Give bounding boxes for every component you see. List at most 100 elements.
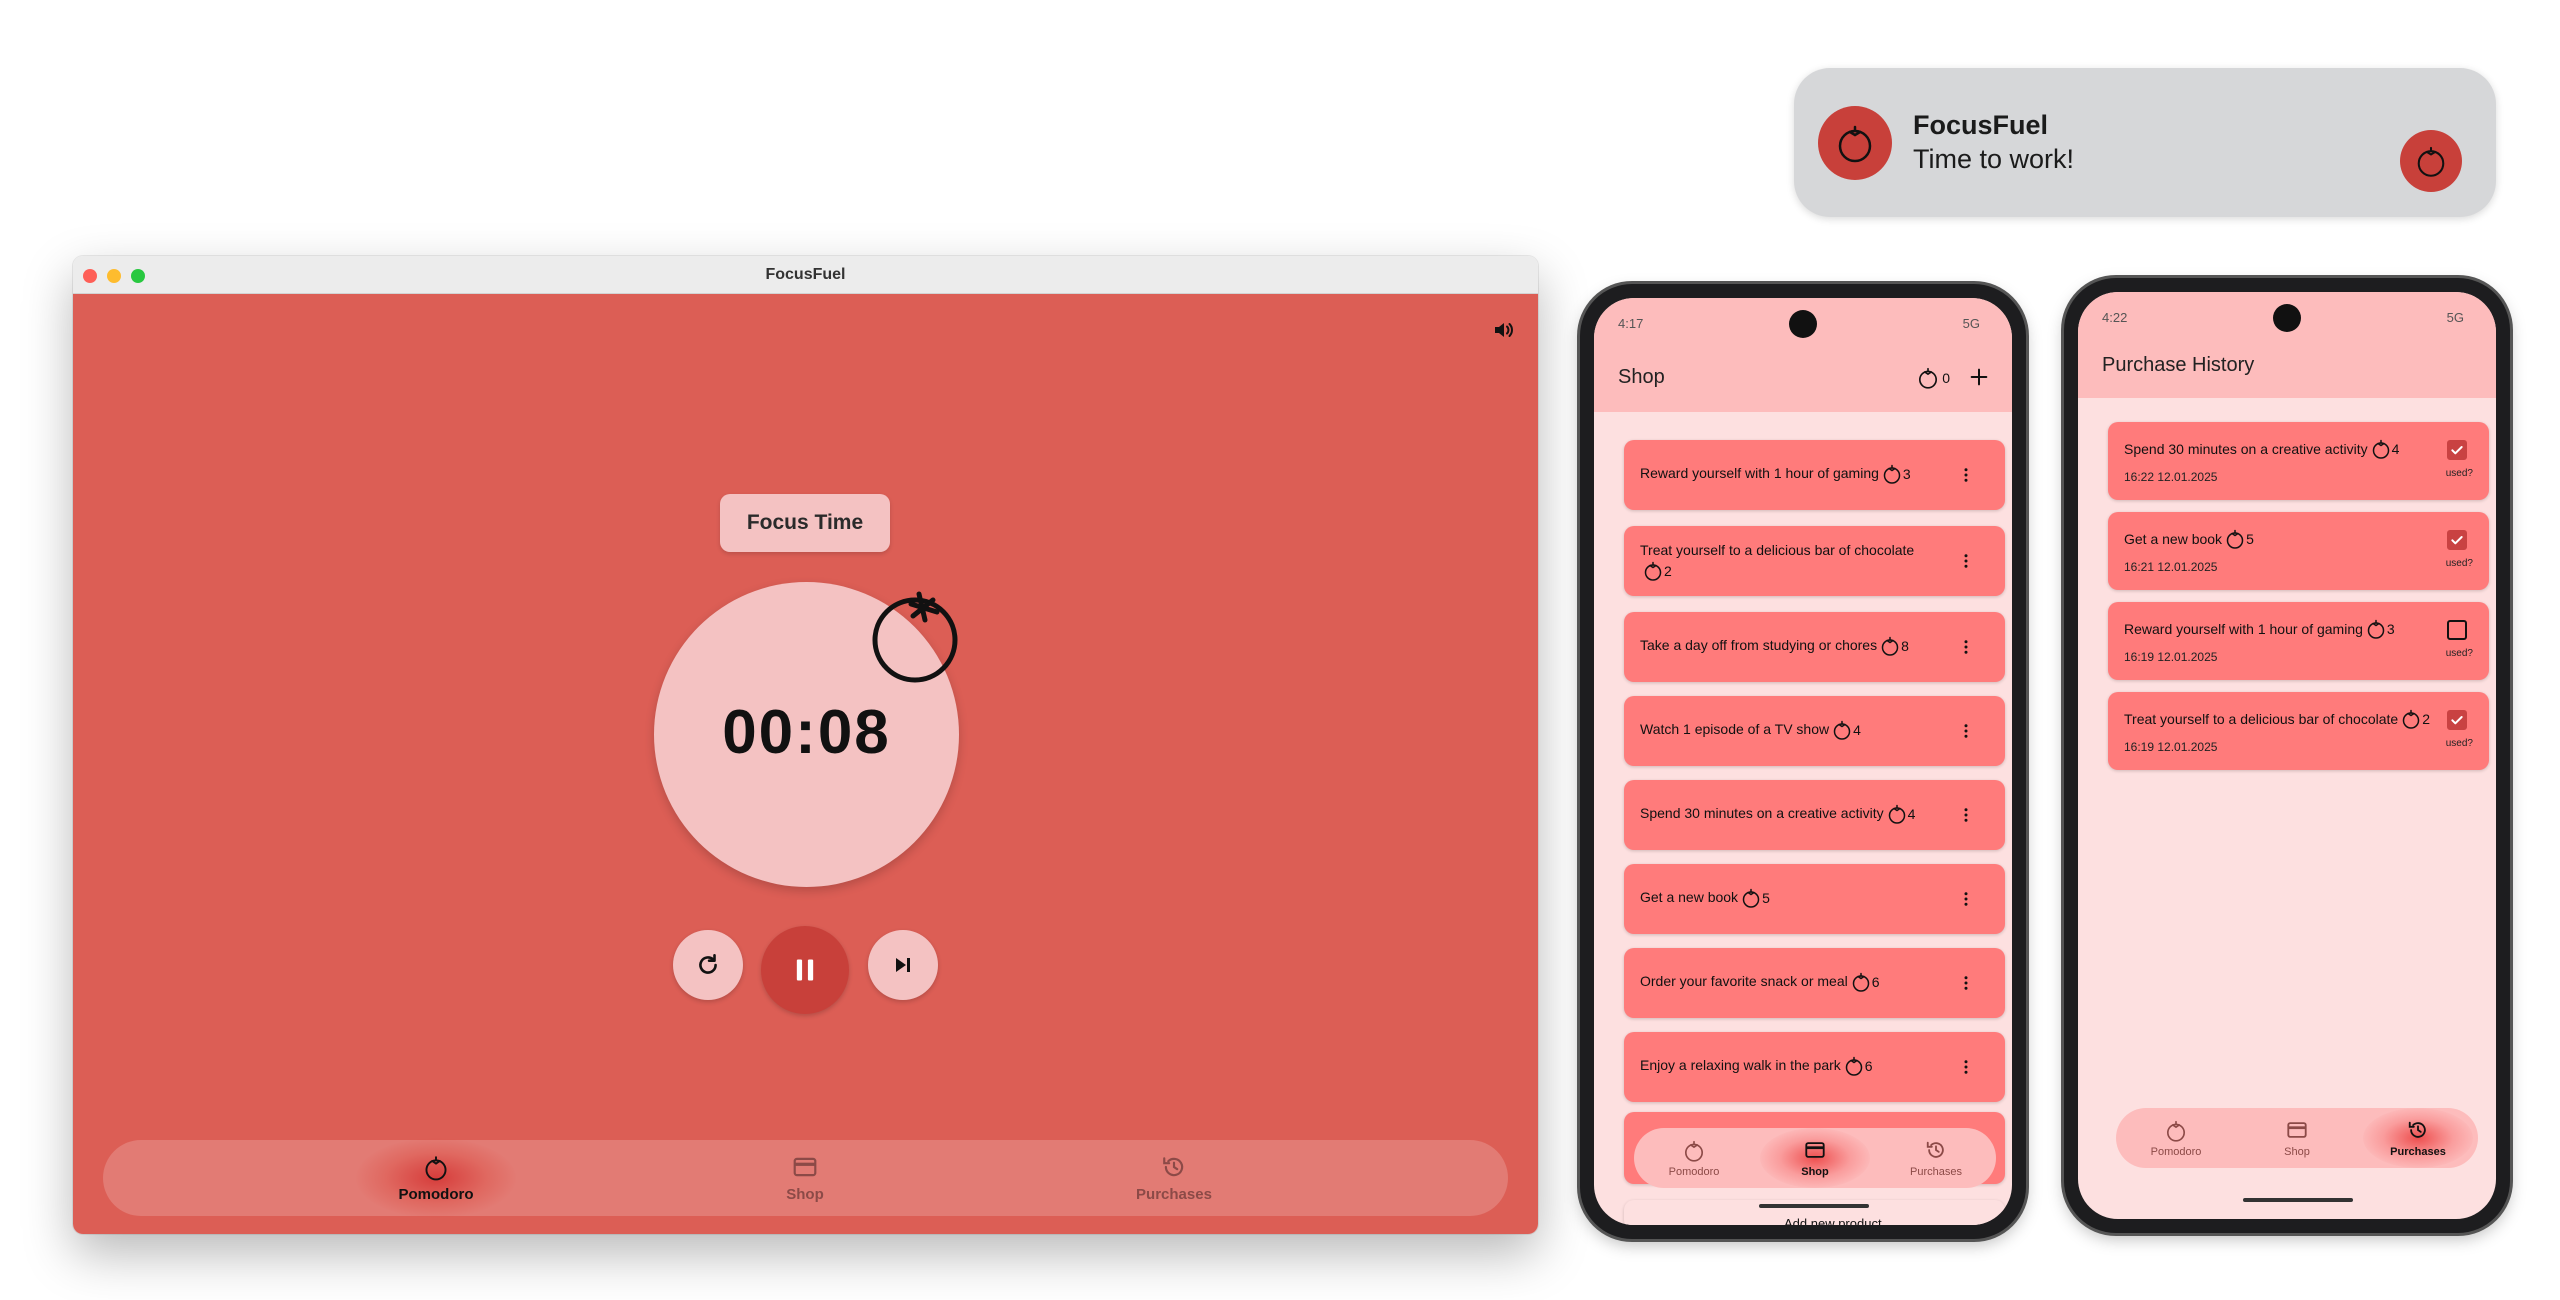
nav-purchases[interactable]: Purchases xyxy=(1876,1128,1996,1188)
pause-button[interactable] xyxy=(761,926,849,1014)
price-value: 4 xyxy=(1853,722,1861,739)
shop-item-card[interactable]: Treat yourself to a delicious bar of cho… xyxy=(1624,526,2005,596)
item-price: 3 xyxy=(2365,618,2395,640)
item-title: Enjoy a relaxing walk in the park xyxy=(1640,1057,1841,1073)
item-title: Spend 30 minutes on a creative activity xyxy=(1640,805,1884,821)
item-title: Take a day off from studying or chores xyxy=(1640,637,1878,653)
volume-icon[interactable] xyxy=(1492,318,1516,342)
status-bar: 4:22 5G xyxy=(2078,292,2496,336)
more-options-icon[interactable] xyxy=(1957,1058,1975,1076)
price-value: 6 xyxy=(1864,1058,1873,1075)
shop-item-card[interactable]: Get a new book 5 xyxy=(1624,864,2005,934)
nav-label: Pomodoro xyxy=(398,1186,474,1203)
item-price: 5 xyxy=(1740,887,1770,909)
notification-app-name: FocusFuel xyxy=(1913,110,2049,140)
shop-item-card[interactable]: Order your favorite snack or meal 6 xyxy=(1624,948,2005,1018)
tomato-icon xyxy=(1644,562,1662,582)
shop-item-text: Treat yourself to a delicious bar of cho… xyxy=(1640,540,1960,582)
desktop-window: FocusFuel Focus Time 00:08 Pomodoro Shop… xyxy=(73,256,1538,1234)
nav-label: Shop xyxy=(1801,1166,1829,1178)
restart-button[interactable] xyxy=(673,930,743,1000)
home-indicator[interactable] xyxy=(2243,1198,2353,1202)
nav-shop[interactable]: Shop xyxy=(685,1140,925,1216)
coin-balance: 0 xyxy=(1916,366,1950,390)
nav-label: Purchases xyxy=(1910,1166,1962,1178)
item-title: Spend 30 minutes on a creative activity xyxy=(2124,441,2368,457)
screen-title: Shop xyxy=(1618,366,1665,388)
nav-pomodoro[interactable]: Pomodoro xyxy=(2116,1108,2236,1168)
item-title: Reward yourself with 1 hour of gaming xyxy=(1640,465,1879,481)
nav-shop[interactable]: Shop xyxy=(1755,1128,1875,1188)
history-icon xyxy=(1054,1154,1294,1180)
restart-icon xyxy=(699,953,717,974)
add-product-button[interactable] xyxy=(1968,366,1990,388)
more-options-icon[interactable] xyxy=(1957,466,1975,484)
tomato-icon xyxy=(2116,1119,2236,1143)
nav-purchases[interactable]: Purchases xyxy=(1054,1140,1294,1216)
purchase-date: 16:19 12.01.2025 xyxy=(2124,740,2218,754)
more-options-icon[interactable] xyxy=(1957,638,1975,656)
shop-item-text: Reward yourself with 1 hour of gaming 3 xyxy=(1640,463,1911,485)
notification-banner[interactable]: FocusFuel Time to work! xyxy=(1794,68,2496,217)
shop-item-card[interactable]: Spend 30 minutes on a creative activity 4 xyxy=(1624,780,2005,850)
check-icon xyxy=(2451,536,2463,545)
shop-item-card[interactable]: Take a day off from studying or chores 8 xyxy=(1624,612,2005,682)
purchase-item-card: Spend 30 minutes on a creative activity 4… xyxy=(2108,422,2489,500)
shop-item-card[interactable]: Reward yourself with 1 hour of gaming 3 xyxy=(1624,440,2005,510)
tomato-icon xyxy=(1888,805,1905,825)
tomato-icon xyxy=(1742,889,1760,909)
tomato-icon xyxy=(1634,1139,1754,1163)
shop-item-card[interactable]: Watch 1 episode of a TV show 4 xyxy=(1624,696,2005,766)
price-value: 4 xyxy=(2391,441,2400,457)
shop-item-card[interactable]: Enjoy a relaxing walk in the park 6 xyxy=(1624,1032,2005,1102)
tomato-icon xyxy=(2372,439,2389,459)
more-options-icon[interactable] xyxy=(1957,722,1975,740)
used-label: used? xyxy=(2445,468,2473,479)
used-label: used? xyxy=(2445,738,2473,749)
price-value: 6 xyxy=(1871,974,1880,991)
item-title: Treat yourself to a delicious bar of cho… xyxy=(1640,542,1915,558)
app-bar: Purchase History xyxy=(2078,336,2496,398)
card-icon xyxy=(2237,1119,2357,1141)
check-icon xyxy=(2451,716,2463,725)
item-price: 2 xyxy=(2400,708,2430,730)
more-options-icon[interactable] xyxy=(1957,806,1975,824)
check-icon xyxy=(2451,446,2463,455)
used-checkbox[interactable] xyxy=(2447,530,2467,550)
title-bar[interactable]: FocusFuel xyxy=(73,256,1538,294)
shop-item-text: Watch 1 episode of a TV show 4 xyxy=(1640,719,1861,741)
nav-pomodoro[interactable]: Pomodoro xyxy=(1634,1128,1754,1188)
window-title: FocusFuel xyxy=(765,266,846,283)
tomato-icon xyxy=(867,584,967,684)
used-checkbox[interactable] xyxy=(2447,620,2467,640)
nav-pomodoro[interactable]: Pomodoro xyxy=(316,1138,556,1218)
more-options-icon[interactable] xyxy=(1957,890,1975,908)
pause-icon xyxy=(796,959,814,981)
status-network: 5G xyxy=(2446,310,2464,325)
purchase-date: 16:19 12.01.2025 xyxy=(2124,650,2218,664)
more-options-icon[interactable] xyxy=(1957,974,1975,992)
nav-label: Pomodoro xyxy=(2150,1146,2202,1158)
more-options-icon[interactable] xyxy=(1957,552,1975,570)
bottom-navigation: Pomodoro Shop Purchases xyxy=(2116,1108,2478,1168)
skip-button[interactable] xyxy=(868,930,938,1000)
purchase-item-text: Treat yourself to a delicious bar of cho… xyxy=(2124,708,2430,730)
notification-message: Time to work! xyxy=(1913,144,2075,174)
item-price: 5 xyxy=(2224,528,2254,550)
home-indicator[interactable] xyxy=(1759,1204,1869,1208)
plus-icon xyxy=(1970,368,1988,386)
add-product-label: Add new product xyxy=(1784,1216,1882,1225)
tomato-icon xyxy=(2367,619,2385,639)
pomodoro-screen: Focus Time 00:08 Pomodoro Shop Purchases xyxy=(73,294,1538,1234)
item-price: 4 xyxy=(1831,719,1861,741)
nav-purchases[interactable]: Purchases xyxy=(2358,1108,2478,1168)
status-network: 5G xyxy=(1962,316,1980,331)
card-icon xyxy=(685,1154,925,1180)
purchase-item-card: Get a new book 5 16:21 12.01.2025 used? xyxy=(2108,512,2489,590)
used-checkbox[interactable] xyxy=(2447,440,2467,460)
status-time: 4:22 xyxy=(2102,310,2128,325)
shop-item-text: Get a new book 5 xyxy=(1640,887,1770,909)
tomato-icon xyxy=(2400,130,2462,192)
used-checkbox[interactable] xyxy=(2447,710,2467,730)
nav-shop[interactable]: Shop xyxy=(2237,1108,2357,1168)
